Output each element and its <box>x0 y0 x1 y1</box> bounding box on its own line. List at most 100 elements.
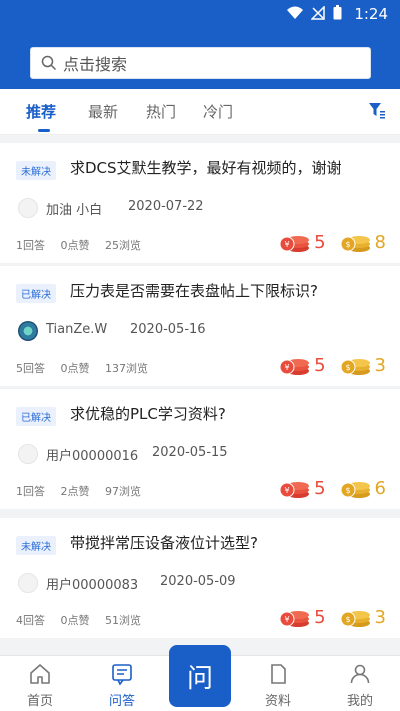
status-bar: 1:24 <box>0 0 400 28</box>
question-card[interactable]: 已解决 压力表是否需要在表盘帖上下限标识? TianZe.W 2020-05-1… <box>0 266 400 386</box>
nav-materials-label: 资料 <box>264 694 291 709</box>
author-name: 用户00000016 <box>46 449 139 464</box>
active-tab-indicator <box>38 129 50 132</box>
avatar <box>18 198 38 218</box>
gold-reward: $ 3 <box>340 353 386 377</box>
svg-text:¥: ¥ <box>285 615 290 624</box>
search-input[interactable]: 点击搜索 <box>30 47 371 79</box>
status-time: 1:24 <box>354 5 388 23</box>
avatar <box>18 321 38 341</box>
question-title[interactable]: 求DCS艾默生教学，最好有视频的，谢谢 <box>70 157 342 178</box>
red-coin-stack-icon: ¥ <box>279 359 310 375</box>
question-stats: 5回答 0点赞 137浏览 <box>16 360 160 376</box>
author-name: TianZe.W <box>46 322 108 337</box>
status-icons <box>287 5 342 20</box>
svg-text:¥: ¥ <box>285 486 290 495</box>
gold-reward: $ 6 <box>340 476 386 500</box>
answer-count: 4回答 <box>16 614 45 627</box>
view-count: 97浏览 <box>105 485 141 498</box>
tab-hot[interactable]: 热门 <box>146 101 176 122</box>
header: 1:24 点击搜索 <box>0 0 400 89</box>
status-badge: 已解决 <box>16 284 56 303</box>
post-date: 2020-05-16 <box>130 322 206 337</box>
reward-coins: ¥ 5 $ 3 <box>265 353 386 377</box>
question-title[interactable]: 压力表是否需要在表盘帖上下限标识? <box>70 280 318 301</box>
filter-icon[interactable] <box>368 101 386 119</box>
red-reward-value: 5 <box>314 477 326 499</box>
red-coin-stack-icon: ¥ <box>279 482 310 498</box>
home-icon <box>30 664 50 684</box>
gold-coin-stack-icon: $ <box>340 482 370 498</box>
author-name: 用户00000083 <box>46 578 139 593</box>
like-count: 0点赞 <box>60 362 90 375</box>
search-placeholder: 点击搜索 <box>63 55 128 74</box>
post-date: 2020-07-22 <box>128 199 204 214</box>
view-count: 51浏览 <box>105 614 141 627</box>
avatar <box>18 573 38 593</box>
gold-coin-stack-icon: $ <box>340 236 370 252</box>
answer-count: 5回答 <box>16 362 45 375</box>
red-reward: ¥ 5 <box>279 476 326 500</box>
question-stats: 4回答 0点赞 51浏览 <box>16 612 153 628</box>
tab-bar: 推荐 最新 热门 冷门 <box>0 89 400 135</box>
view-count: 25浏览 <box>105 239 141 252</box>
question-card[interactable]: 已解决 求优稳的PLC学习资料? 用户00000016 2020-05-15 1… <box>0 389 400 509</box>
wifi-icon <box>287 6 303 19</box>
svg-text:$: $ <box>345 363 350 372</box>
nav-qa-label: 问答 <box>108 694 135 709</box>
svg-text:$: $ <box>345 615 350 624</box>
red-coin-stack-icon: ¥ <box>279 236 310 252</box>
no-signal-icon <box>311 5 325 20</box>
gold-reward: $ 8 <box>340 230 386 254</box>
svg-text:$: $ <box>345 486 350 495</box>
nav-home-label: 首页 <box>26 694 53 709</box>
tab-recommended[interactable]: 推荐 <box>26 101 56 122</box>
red-coin-stack-icon: ¥ <box>279 611 310 627</box>
red-reward: ¥ 5 <box>279 353 326 377</box>
qa-icon <box>112 664 132 686</box>
svg-text:¥: ¥ <box>285 363 290 372</box>
like-count: 0点赞 <box>60 614 90 627</box>
gold-reward-value: 6 <box>374 477 386 499</box>
answer-count: 1回答 <box>16 485 45 498</box>
gold-reward-value: 8 <box>374 231 386 253</box>
reward-coins: ¥ 5 $ 3 <box>265 605 386 629</box>
reward-coins: ¥ 5 $ 8 <box>265 230 386 254</box>
post-date: 2020-05-15 <box>152 445 228 460</box>
app-screen: 1:24 点击搜索 推荐 最新 热门 冷门 未解决 求DCS艾默生教学，最好有视… <box>0 0 400 711</box>
battery-icon <box>333 5 342 20</box>
like-count: 0点赞 <box>60 239 90 252</box>
question-card[interactable]: 未解决 带搅拌常压设备液位计选型? 用户00000083 2020-05-09 … <box>0 518 400 638</box>
document-icon <box>271 664 286 684</box>
avatar <box>18 444 38 464</box>
red-reward: ¥ 5 <box>279 605 326 629</box>
search-icon <box>41 55 57 71</box>
red-reward-value: 5 <box>314 231 326 253</box>
like-count: 2点赞 <box>60 485 90 498</box>
post-date: 2020-05-09 <box>160 574 236 589</box>
reward-coins: ¥ 5 $ 6 <box>265 476 386 500</box>
status-badge: 未解决 <box>16 536 56 555</box>
answer-count: 1回答 <box>16 239 45 252</box>
gold-reward-value: 3 <box>374 606 386 628</box>
tab-cold[interactable]: 冷门 <box>203 101 233 122</box>
question-stats: 1回答 0点赞 25浏览 <box>16 237 153 253</box>
author-name: 加油 小白 <box>46 203 103 218</box>
gold-coin-stack-icon: $ <box>340 359 370 375</box>
red-reward-value: 5 <box>314 606 326 628</box>
svg-text:¥: ¥ <box>285 240 290 249</box>
question-title[interactable]: 求优稳的PLC学习资料? <box>70 403 226 424</box>
red-reward-value: 5 <box>314 354 326 376</box>
status-badge: 未解决 <box>16 161 56 180</box>
question-title[interactable]: 带搅拌常压设备液位计选型? <box>70 532 258 553</box>
user-icon <box>350 664 370 684</box>
svg-text:$: $ <box>345 240 350 249</box>
ask-question-button[interactable]: 问 <box>169 645 231 707</box>
question-card[interactable]: 未解决 求DCS艾默生教学，最好有视频的，谢谢 加油 小白 2020-07-22… <box>0 143 400 263</box>
gold-coin-stack-icon: $ <box>340 611 370 627</box>
nav-mine-label: 我的 <box>346 694 373 709</box>
red-reward: ¥ 5 <box>279 230 326 254</box>
view-count: 137浏览 <box>105 362 148 375</box>
gold-reward: $ 3 <box>340 605 386 629</box>
tab-latest[interactable]: 最新 <box>88 101 118 122</box>
